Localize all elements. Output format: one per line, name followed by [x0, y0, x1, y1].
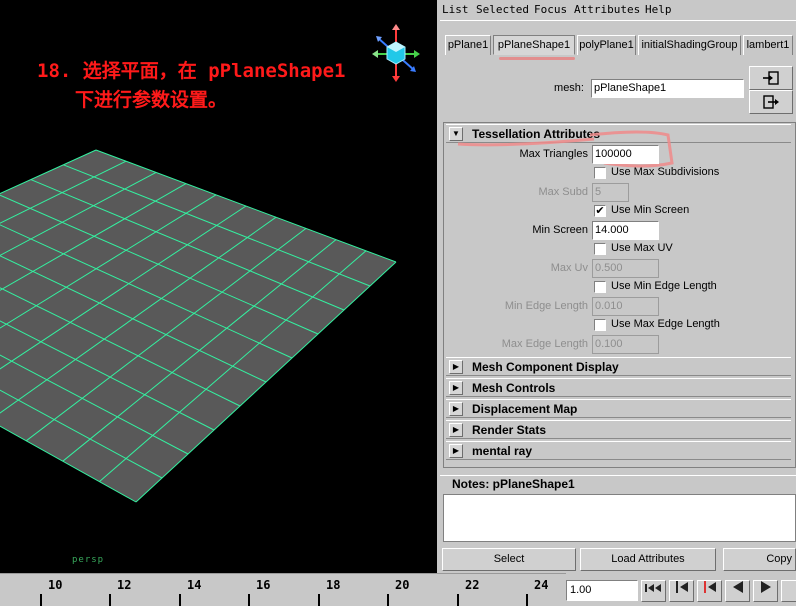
- view-axis-icon[interactable]: [372, 24, 420, 85]
- notes-textarea[interactable]: [443, 494, 796, 542]
- frame-tick: [526, 594, 528, 606]
- notes-title: Notes: pPlaneShape1: [440, 475, 796, 493]
- play-backward-button[interactable]: [725, 580, 750, 602]
- tab-initialshadinggroup[interactable]: initialShadingGroup: [638, 35, 741, 55]
- step-back-frame-icon: [703, 581, 716, 593]
- min-screen-field[interactable]: 14.000: [592, 221, 659, 240]
- tab-pplaneshape1[interactable]: pPlaneShape1: [493, 35, 575, 55]
- use-max-uv-checkbox[interactable]: [594, 243, 606, 255]
- play-backward-icon: [732, 581, 743, 593]
- use-min-edge-length-checkbox[interactable]: [594, 281, 606, 293]
- menu-selected[interactable]: Selected: [476, 3, 529, 16]
- play-forward-button[interactable]: [753, 580, 778, 602]
- tab-pplane1[interactable]: pPlane1: [445, 35, 491, 55]
- frame-tick: [248, 594, 250, 606]
- section-title: Render Stats: [472, 423, 547, 437]
- section-title: Mesh Component Display: [472, 360, 619, 374]
- mesh-row: mesh: pPlaneShape1: [440, 62, 796, 118]
- max-subd-label: Max Subd: [538, 186, 588, 198]
- menu-attributes[interactable]: Attributes: [574, 3, 640, 16]
- persp-viewport[interactable]: 18. 选择平面，在 pPlaneShape1 下进行参数设置。 persp: [0, 0, 437, 573]
- max-uv-field: 0.500: [592, 259, 659, 278]
- copy-tab-button[interactable]: Copy: [723, 548, 796, 571]
- min-screen-label: Min Screen: [532, 224, 588, 236]
- input-connection-icon: [763, 71, 779, 85]
- max-edge-length-field: 0.100: [592, 335, 659, 354]
- section-mesh-controls[interactable]: ▶ Mesh Controls: [446, 378, 791, 397]
- step-forward-button[interactable]: [781, 580, 796, 602]
- frame-label: 24: [534, 578, 549, 592]
- select-button[interactable]: Select: [442, 548, 576, 571]
- tab-highlight-mark: [499, 57, 575, 60]
- section-title: mental ray: [472, 444, 533, 458]
- attribute-editor: List Selected Focus Attributes Help pPla…: [440, 0, 796, 573]
- frame-label: 20: [395, 578, 410, 592]
- max-edge-length-label: Max Edge Length: [501, 338, 588, 350]
- section-mental-ray[interactable]: ▶ mental ray: [446, 441, 791, 460]
- max-subd-field: 5: [592, 183, 629, 202]
- annotation-line-1: 18. 选择平面，在 pPlaneShape1: [37, 60, 346, 82]
- step-back-frame-button[interactable]: [697, 580, 722, 602]
- expand-triangle-icon[interactable]: ▶: [449, 423, 463, 437]
- max-uv-label: Max Uv: [550, 262, 588, 274]
- max-triangles-label: Max Triangles: [519, 148, 588, 160]
- frame-tick: [109, 594, 111, 606]
- menu-list[interactable]: List: [442, 3, 469, 16]
- annotation-line-2: 下进行参数设置。: [75, 89, 228, 111]
- menu-help[interactable]: Help: [645, 3, 672, 16]
- camera-label: persp: [72, 555, 105, 565]
- frame-label: 16: [256, 578, 271, 592]
- menu-bar: List Selected Focus Attributes Help: [440, 0, 796, 20]
- frame-label: 12: [117, 578, 132, 592]
- section-title: Mesh Controls: [472, 381, 556, 395]
- section-title: Displacement Map: [472, 402, 578, 416]
- expand-triangle-icon[interactable]: ▶: [449, 381, 463, 395]
- use-min-screen-checkbox[interactable]: ✔: [594, 205, 606, 217]
- frame-tick: [179, 594, 181, 606]
- mesh-label: mesh:: [554, 82, 584, 94]
- mesh-name-field[interactable]: pPlaneShape1: [591, 79, 744, 98]
- use-min-screen-label: Use Min Screen: [611, 204, 690, 216]
- min-edge-length-field: 0.010: [592, 297, 659, 316]
- section-render-stats[interactable]: ▶ Render Stats: [446, 420, 791, 439]
- use-max-subdivisions-checkbox[interactable]: [594, 167, 606, 179]
- current-frame-field[interactable]: 1.00: [566, 580, 638, 601]
- use-min-edge-length-label: Use Min Edge Length: [611, 280, 717, 292]
- expand-triangle-icon[interactable]: ▶: [449, 444, 463, 458]
- skip-to-start-icon: [644, 584, 661, 592]
- expand-triangle-icon[interactable]: ▶: [449, 402, 463, 416]
- focus-output-button[interactable]: [749, 90, 793, 114]
- step-back-key-button[interactable]: [669, 580, 694, 602]
- node-tabs: pPlane1 pPlaneShape1 polyPlane1 initialS…: [440, 20, 796, 62]
- load-attributes-button[interactable]: Load Attributes: [580, 548, 716, 571]
- step-back-key-icon: [675, 581, 688, 593]
- skip-to-start-button[interactable]: [641, 580, 666, 602]
- frame-label: 14: [187, 578, 202, 592]
- expand-triangle-icon[interactable]: ▶: [449, 360, 463, 374]
- use-max-uv-label: Use Max UV: [611, 242, 673, 254]
- use-max-edge-length-label: Use Max Edge Length: [611, 318, 720, 330]
- frame-tick: [387, 594, 389, 606]
- section-mesh-component-display[interactable]: ▶ Mesh Component Display: [446, 357, 791, 376]
- attribute-scroll-area[interactable]: ▼ Tessellation Attributes Max Triangles …: [443, 122, 796, 468]
- frame-tick: [40, 594, 42, 606]
- max-triangles-field[interactable]: 100000: [592, 145, 659, 164]
- section-displacement-map[interactable]: ▶ Displacement Map: [446, 399, 791, 418]
- frame-label: 10: [48, 578, 63, 592]
- play-forward-icon: [760, 581, 771, 593]
- min-edge-length-label: Min Edge Length: [504, 300, 588, 312]
- frame-label: 22: [465, 578, 480, 592]
- tab-lambert1[interactable]: lambert1: [743, 35, 793, 55]
- focus-input-button[interactable]: [749, 66, 793, 90]
- time-slider[interactable]: 10 12 14 16 18 20 22 24: [0, 573, 566, 606]
- output-connection-icon: [763, 95, 779, 109]
- frame-tick: [457, 594, 459, 606]
- plane-surface[interactable]: [0, 150, 396, 502]
- frame-label: 18: [326, 578, 341, 592]
- menu-focus[interactable]: Focus: [534, 3, 567, 16]
- frame-tick: [318, 594, 320, 606]
- tab-polyplane1[interactable]: polyPlane1: [577, 35, 636, 55]
- use-max-edge-length-checkbox[interactable]: [594, 319, 606, 331]
- use-max-subdivisions-label: Use Max Subdivisions: [611, 166, 720, 178]
